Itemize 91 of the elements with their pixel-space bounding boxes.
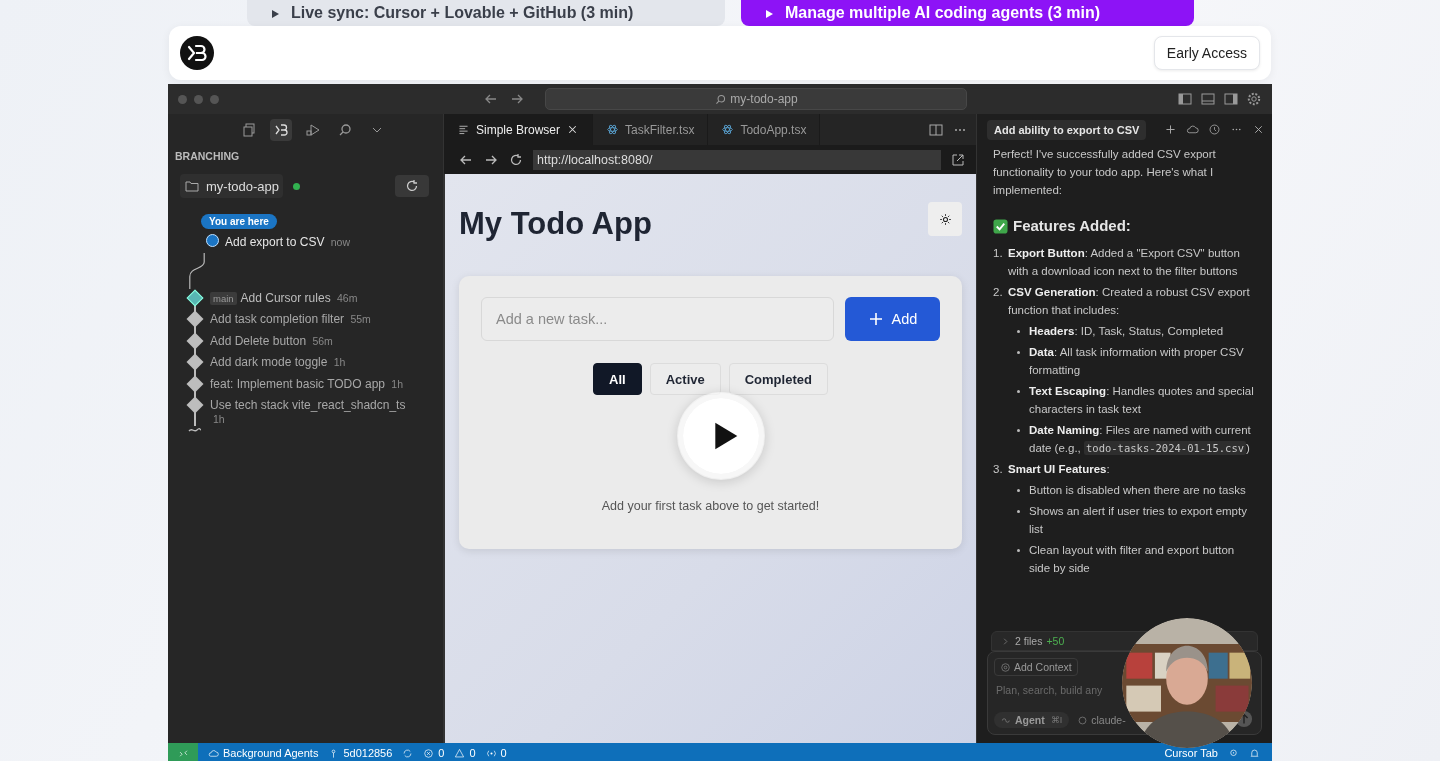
you-are-here-badge: You are here	[201, 214, 277, 229]
bullet-icon	[1017, 489, 1020, 492]
list-item-text: Export Button: Added a "Export CSV" button with a download icon next to the filter buttons	[1008, 246, 1241, 279]
list-item-text: Button is disabled when there are no tasks	[1029, 483, 1246, 498]
list-item-text: Smart UI Features:	[1008, 462, 1110, 477]
list-item-text: Clean layout with filter and export button side by side	[1029, 543, 1236, 576]
commit-item[interactable]: main Add Cursor rules 46m	[210, 288, 358, 306]
chat-message: Perfect! I've successfully added CSV export functionality to your todo app. Here's what I implemented:	[993, 147, 1217, 198]
background-agents-item[interactable]: Background Agents	[208, 747, 319, 759]
early-access-button[interactable]: Early Access	[1153, 36, 1260, 70]
commit-item[interactable]: Add dark mode toggle 1h	[210, 353, 346, 369]
lines-icon	[457, 123, 470, 136]
react-atom-icon	[721, 123, 735, 136]
commit-item[interactable]: Use tech stack vite_react_shadcn_ts 1h	[210, 396, 410, 426]
commit-item[interactable]: Add Delete button 56m	[210, 331, 333, 348]
url-field[interactable]: http://localhost:8080/	[533, 149, 941, 170]
app-title: My Todo App	[459, 206, 652, 242]
filter-button[interactable]: Active	[649, 363, 721, 395]
warnings-item[interactable]: 0	[454, 747, 476, 759]
ports-item[interactable]: 0	[485, 747, 507, 759]
error-icon	[423, 747, 435, 759]
list-item-text: CSV Generation: Created a robust CSV export function that includes:	[1008, 285, 1251, 318]
refresh-button[interactable]	[395, 175, 429, 197]
list-number: 1.	[993, 246, 1004, 261]
add-icon[interactable]	[1164, 123, 1178, 136]
settings-icon[interactable]	[1246, 91, 1262, 107]
react-atom-icon	[606, 123, 620, 136]
plus-icon	[867, 311, 884, 327]
editor-tab[interactable]: Simple Browser	[444, 114, 594, 145]
cloud-icon[interactable]	[1186, 123, 1200, 136]
empty-message: Add your first task above to get started!	[600, 499, 821, 513]
sidebar-toggle-icon[interactable]	[1177, 91, 1193, 107]
warning-icon	[454, 747, 466, 759]
history-icon[interactable]	[1208, 123, 1222, 136]
split-editor-icon[interactable]	[928, 121, 944, 138]
bullet-icon	[1017, 390, 1020, 393]
remote-icon	[177, 747, 189, 759]
filter-button[interactable]: All	[593, 363, 642, 395]
open-external-icon[interactable]	[950, 151, 966, 168]
at-sign-icon	[1000, 661, 1011, 673]
section-title: BRANCHING	[174, 149, 241, 164]
play-icon	[269, 8, 281, 20]
refresh-icon	[404, 178, 420, 194]
list-item-text: Date Naming: Files are named with current date (e.g., todo-tasks-2024-01-15.csv )	[1029, 423, 1252, 457]
errors-item[interactable]: 0	[423, 747, 445, 759]
list-number: 3.	[993, 462, 1004, 477]
sidebar-toggle-icon[interactable]	[1223, 91, 1239, 107]
chat-heading: Features Added:	[1013, 217, 1131, 235]
bullet-icon	[1017, 429, 1020, 432]
agent-mode-dropdown[interactable]: Agent ⌘I	[994, 712, 1070, 728]
check-mark-icon	[993, 218, 1008, 234]
chat-tab[interactable]: Add ability to export to CSV	[987, 119, 1147, 140]
sun-icon	[938, 212, 952, 226]
video-link-button[interactable]: Live sync: Cursor + Lovable + GitHub (3 min)	[247, 0, 725, 26]
graph-end-icon	[188, 426, 202, 434]
commit-item[interactable]: Add export to CSV now	[225, 233, 350, 249]
model-icon	[1077, 714, 1089, 726]
play-icon	[763, 8, 775, 20]
add-context-button[interactable]: Add Context	[994, 658, 1078, 676]
commit-node-icon[interactable]	[206, 234, 219, 247]
bullet-icon	[1017, 510, 1020, 513]
commit-item[interactable]: Add task completion filter 55m	[210, 310, 371, 326]
list-item-text: Shows an alert if user tries to export empty list	[1029, 504, 1248, 537]
logo-icon[interactable]	[180, 36, 214, 70]
list-item-text: Text Escaping: Handles quotes and special characters in task text	[1029, 384, 1255, 417]
bell-icon[interactable]	[1249, 747, 1260, 759]
account-icon[interactable]	[1228, 747, 1239, 759]
video-link-button[interactable]: Manage multiple AI coding agents (3 min)	[741, 0, 1194, 26]
model-dropdown[interactable]: claude-	[1077, 712, 1126, 728]
reload-icon[interactable]	[508, 151, 524, 168]
list-item-text: Headers: ID, Task, Status, Completed	[1029, 324, 1224, 339]
branch-logo-icon[interactable]	[270, 119, 292, 141]
list-item-text: Data: All task information with proper CSV formatting	[1029, 345, 1245, 378]
bullet-icon	[1017, 330, 1020, 333]
theme-toggle-button[interactable]	[928, 202, 962, 236]
add-button[interactable]: Add	[845, 297, 940, 341]
cursor-tab-item[interactable]: Cursor Tab	[1164, 747, 1218, 759]
list-number: 2.	[993, 285, 1004, 300]
panel-toggle-icon[interactable]	[1200, 91, 1216, 107]
cloud-icon	[208, 747, 219, 759]
search-icon	[714, 92, 728, 106]
folder-icon	[184, 178, 200, 194]
filter-button[interactable]: Completed	[728, 363, 828, 395]
commit-item[interactable]: feat: Implement basic TODO app 1h	[210, 374, 403, 391]
search-field[interactable]: my-todo-app	[545, 88, 967, 110]
bullet-icon	[1017, 351, 1020, 354]
repo-chip[interactable]: my-todo-app	[180, 174, 283, 198]
commit-item[interactable]: 5d012856	[328, 747, 393, 759]
branch-curve-line	[186, 252, 208, 289]
task-input[interactable]: Add a new task...	[481, 297, 834, 341]
bullet-icon	[1017, 549, 1020, 552]
